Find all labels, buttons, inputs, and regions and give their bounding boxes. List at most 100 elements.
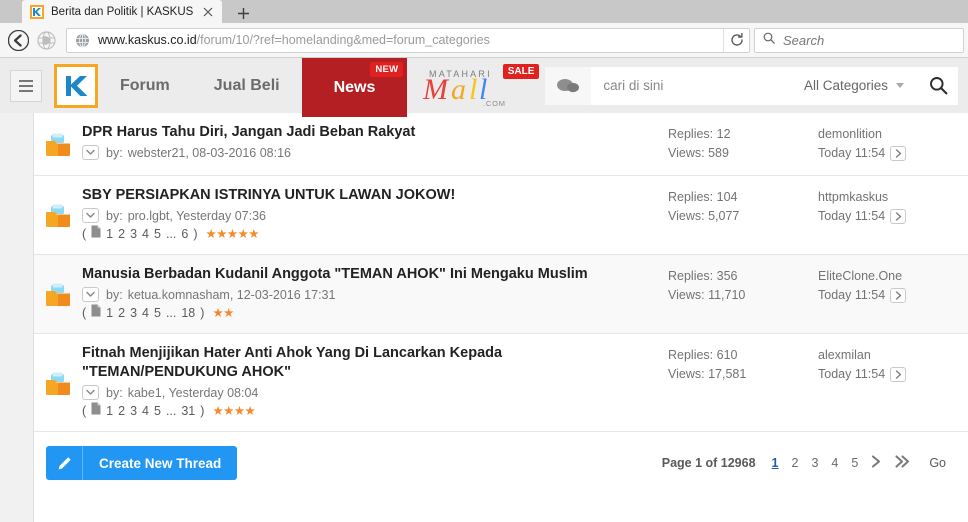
thread-page-link[interactable]: 6 bbox=[181, 226, 188, 242]
create-new-thread-label: Create New Thread bbox=[99, 455, 222, 471]
chevron-down-icon[interactable] bbox=[82, 385, 99, 400]
thread-replies: Replies: 356 bbox=[668, 269, 738, 283]
back-arrow-icon[interactable] bbox=[4, 26, 32, 54]
site-search-submit-button[interactable] bbox=[918, 66, 958, 105]
pagination-page-4[interactable]: 4 bbox=[831, 456, 838, 470]
thread-page-link[interactable]: 5 bbox=[154, 403, 161, 419]
thread-page-link[interactable]: 5 bbox=[154, 226, 161, 242]
pagination-go-button[interactable]: Go bbox=[929, 456, 946, 470]
nav-item-forum[interactable]: Forum bbox=[98, 58, 192, 113]
jump-to-last-post-icon[interactable] bbox=[890, 288, 907, 303]
thread-views: Views: 5,077 bbox=[668, 209, 740, 223]
thread-stats: Replies: 356 Views: 11,710 bbox=[668, 265, 818, 321]
thread-last-user[interactable]: EliteClone.One bbox=[818, 267, 968, 286]
thread-page-link[interactable]: 1 bbox=[106, 305, 113, 321]
thread-page-link[interactable]: 4 bbox=[142, 305, 149, 321]
search-input[interactable]: cari di sini bbox=[591, 78, 804, 93]
thread-views: Views: 17,581 bbox=[668, 367, 747, 381]
chevron-right-icon[interactable] bbox=[871, 455, 882, 471]
thread-last-user[interactable]: demonlition bbox=[818, 125, 968, 144]
mataharimall-banner[interactable]: MATAHARI M a l l .COM SALE bbox=[407, 58, 545, 113]
plus-icon bbox=[237, 7, 249, 19]
thread-author-and-date[interactable]: webster21, 08-03-2016 08:16 bbox=[128, 146, 291, 160]
thread-author-and-date[interactable]: kabe1, Yesterday 08:04 bbox=[128, 386, 259, 400]
thread-page-link[interactable]: 4 bbox=[142, 226, 149, 242]
thread-page-link[interactable]: 3 bbox=[130, 305, 137, 321]
thread-page-link[interactable]: ... bbox=[166, 403, 176, 419]
thread-page-link[interactable]: 5 bbox=[154, 305, 161, 321]
thread-page-link[interactable]: ... bbox=[166, 305, 176, 321]
table-row[interactable]: DPR Harus Tahu Diri, Jangan Jadi Beban R… bbox=[34, 113, 968, 176]
thread-by-label: by: bbox=[106, 287, 123, 302]
jump-to-last-post-icon[interactable] bbox=[890, 367, 907, 382]
new-tab-button[interactable] bbox=[230, 3, 256, 23]
url-domain: www.kaskus.co.id bbox=[98, 33, 197, 47]
close-icon[interactable] bbox=[200, 4, 216, 20]
nav-item-news-label: News bbox=[333, 78, 376, 96]
jump-to-last-post-icon[interactable] bbox=[890, 209, 907, 224]
thread-main: Manusia Berbadan Kudanil Anggota "TEMAN … bbox=[82, 265, 668, 321]
nav-item-jual-beli[interactable]: Jual Beli bbox=[192, 58, 302, 113]
paren-close: ) bbox=[200, 305, 205, 320]
thread-stats: Replies: 12 Views: 589 bbox=[668, 123, 818, 163]
thread-page-link[interactable]: 2 bbox=[118, 305, 125, 321]
chevron-down-icon[interactable] bbox=[82, 208, 99, 223]
chevron-down-icon[interactable] bbox=[82, 287, 99, 302]
thread-list-panel: DPR Harus Tahu Diri, Jangan Jadi Beban R… bbox=[33, 113, 968, 522]
table-row[interactable]: Fitnah Menjijikan Hater Anti Ahok Yang D… bbox=[34, 334, 968, 432]
thread-last-post: alexmilan Today 11:54 bbox=[818, 344, 968, 419]
pagination-page-3[interactable]: 3 bbox=[811, 456, 818, 470]
hamburger-menu-icon[interactable] bbox=[10, 69, 42, 102]
thread-page-link[interactable]: 1 bbox=[106, 403, 113, 419]
pagination-page-5[interactable]: 5 bbox=[851, 456, 858, 470]
table-row[interactable]: Manusia Berbadan Kudanil Anggota "TEMAN … bbox=[34, 255, 968, 334]
thread-page-link[interactable]: ... bbox=[166, 226, 176, 242]
thread-by-label: by: bbox=[106, 385, 123, 400]
browser-search-box[interactable]: Search bbox=[754, 27, 964, 53]
thread-author-and-date[interactable]: pro.lgbt, Yesterday 07:36 bbox=[128, 209, 266, 223]
site-search-field[interactable]: cari di sini All Categories bbox=[591, 66, 918, 105]
forward-arrow-icon bbox=[32, 26, 60, 54]
page-doc-icon bbox=[91, 304, 101, 321]
thread-byline: by: pro.lgbt, Yesterday 07:36 bbox=[82, 208, 658, 223]
thread-last-user[interactable]: alexmilan bbox=[818, 346, 968, 365]
thread-title[interactable]: Manusia Berbadan Kudanil Anggota "TEMAN … bbox=[82, 265, 658, 284]
thread-page-link[interactable]: 1 bbox=[106, 226, 113, 242]
category-select-label: All Categories bbox=[803, 78, 888, 93]
chevron-down-icon bbox=[896, 83, 904, 88]
kaskus-logo-icon[interactable] bbox=[54, 63, 98, 108]
thread-page-link[interactable]: 2 bbox=[118, 403, 125, 419]
thread-page-link[interactable]: 4 bbox=[142, 403, 149, 419]
thread-rating-stars: ★★ bbox=[212, 305, 234, 320]
nav-item-news[interactable]: News NEW bbox=[301, 58, 408, 117]
category-select[interactable]: All Categories bbox=[804, 78, 918, 93]
thread-page-link[interactable]: 31 bbox=[181, 403, 195, 419]
pagination-current-page[interactable]: 1 bbox=[772, 456, 779, 470]
chevron-down-icon[interactable] bbox=[82, 145, 99, 160]
table-row[interactable]: SBY PERSIAPKAN ISTRINYA UNTUK LAWAN JOKO… bbox=[34, 176, 968, 255]
kaskus-k-icon bbox=[30, 4, 44, 19]
reload-icon[interactable] bbox=[723, 28, 749, 52]
thread-page-link[interactable]: 2 bbox=[118, 226, 125, 242]
thread-title[interactable]: SBY PERSIAPKAN ISTRINYA UNTUK LAWAN JOKO… bbox=[82, 186, 658, 205]
thread-last-user[interactable]: httpmkaskus bbox=[818, 188, 968, 207]
thread-page-link[interactable]: 3 bbox=[130, 403, 137, 419]
thread-page-link[interactable]: 18 bbox=[181, 305, 195, 321]
create-new-thread-button[interactable]: Create New Thread bbox=[46, 446, 238, 480]
thread-page-link[interactable]: 3 bbox=[130, 226, 137, 242]
pagination-page-2[interactable]: 2 bbox=[792, 456, 799, 470]
thread-author-and-date[interactable]: ketua.komnasham, 12-03-2016 17:31 bbox=[128, 288, 336, 302]
jump-to-last-post-icon[interactable] bbox=[890, 146, 907, 161]
thread-title[interactable]: DPR Harus Tahu Diri, Jangan Jadi Beban R… bbox=[82, 123, 658, 142]
open-folder-icon bbox=[34, 186, 82, 242]
svg-text:l: l bbox=[469, 73, 477, 106]
browser-tab[interactable]: Berita dan Politik | KASKUS bbox=[22, 0, 222, 23]
chat-bubbles-icon[interactable] bbox=[545, 66, 592, 105]
paren-open: ( bbox=[82, 305, 87, 320]
page-body: DPR Harus Tahu Diri, Jangan Jadi Beban R… bbox=[0, 113, 968, 522]
svg-text:a: a bbox=[451, 73, 466, 106]
thread-title[interactable]: Fitnah Menjijikan Hater Anti Ahok Yang D… bbox=[82, 344, 658, 382]
double-chevron-right-icon[interactable] bbox=[895, 455, 910, 471]
thread-replies: Replies: 12 bbox=[668, 127, 731, 141]
address-bar[interactable]: www.kaskus.co.id/forum/10/?ref=homelandi… bbox=[66, 27, 750, 53]
